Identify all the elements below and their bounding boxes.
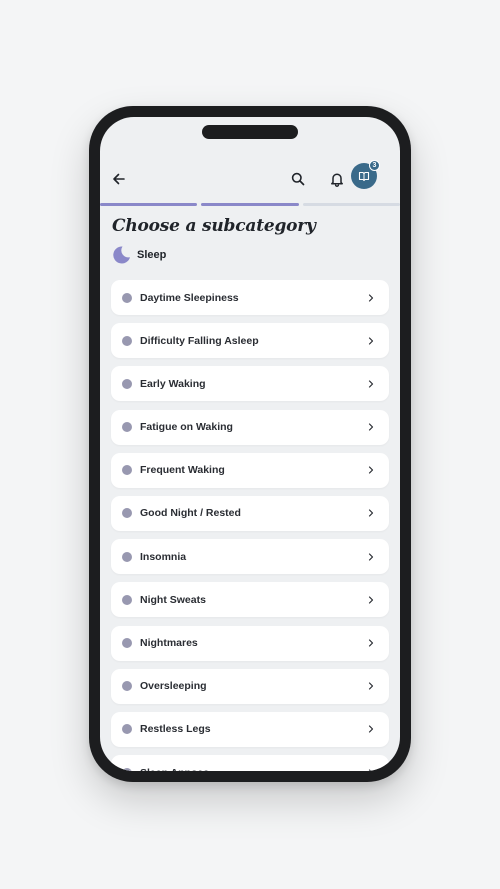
list-item[interactable]: Good Night / Rested — [111, 495, 389, 531]
list-item-label: Nightmares — [140, 637, 198, 649]
list-item-label: Night Sweats — [140, 593, 206, 606]
bell-icon — [331, 173, 343, 187]
list-item[interactable]: Oversleeping — [111, 668, 389, 704]
chevron-right-icon — [368, 423, 374, 431]
bullet-dot — [122, 638, 132, 648]
progress-step-2 — [201, 203, 299, 206]
list-item[interactable]: Restless Legs — [111, 711, 389, 747]
chevron-right-icon — [368, 466, 374, 474]
journal-icon — [358, 171, 370, 182]
bullet-dot — [122, 508, 132, 519]
list-item-label: Fatigue on Waking — [140, 421, 233, 434]
bullet-dot — [122, 767, 132, 771]
bullet-dot — [122, 594, 132, 605]
list-item-label: Frequent Waking — [140, 464, 225, 477]
bullet-dot — [122, 465, 132, 476]
list-item-label: Sleep Apnoea — [140, 767, 367, 771]
list-item-label: Early Waking — [140, 377, 206, 390]
list-item-label: Good Night / Rested — [140, 507, 241, 520]
selected-category: Sleep — [111, 245, 166, 265]
chevron-right-icon — [368, 682, 374, 690]
page-title: Choose a subcategory — [112, 216, 316, 236]
chevron-right-icon — [368, 509, 374, 518]
journal-badge: 3 — [369, 160, 380, 171]
bullet-dot — [122, 724, 132, 735]
phone-notch — [202, 125, 298, 139]
app-bar: 3 — [100, 160, 400, 201]
journal-button[interactable]: 3 — [351, 160, 380, 189]
search-icon — [291, 172, 305, 186]
bullet-dot — [122, 378, 132, 389]
list-item-label: Restless Legs — [140, 723, 211, 736]
category-name: Sleep — [137, 249, 167, 261]
list-item-label: Daytime Sleepiness — [140, 291, 239, 304]
bullet-dot — [122, 681, 132, 692]
step-progress — [100, 203, 400, 206]
list-item[interactable]: Insomnia — [111, 539, 389, 575]
list-item[interactable]: Night Sweats — [111, 582, 389, 618]
phone-frame: 3 Choose a subcategory Sleep Daytime Sle… — [89, 106, 411, 782]
list-item-label: Insomnia — [140, 550, 187, 563]
chevron-right-icon — [368, 380, 374, 388]
chevron-right-icon — [368, 768, 372, 771]
search-button[interactable] — [284, 165, 312, 193]
moon-icon — [113, 246, 130, 264]
app-screen: 3 Choose a subcategory Sleep Daytime Sle… — [100, 117, 400, 771]
progress-step-3 — [302, 203, 400, 206]
list-item[interactable]: Daytime Sleepiness — [111, 280, 389, 315]
chevron-right-icon — [368, 639, 374, 647]
notifications-button[interactable] — [323, 165, 351, 193]
progress-step-1 — [100, 203, 198, 206]
bullet-dot — [122, 551, 132, 562]
chevron-right-icon — [368, 725, 374, 733]
subcategory-list: Daytime Sleepiness Difficulty Falling Asl… — [111, 280, 389, 771]
list-item[interactable]: Difficulty Falling Asleep — [111, 323, 389, 359]
arrow-left-icon — [113, 173, 125, 185]
list-item-label: Oversleeping — [140, 680, 207, 693]
bullet-dot — [122, 422, 132, 433]
list-item-label: Difficulty Falling Asleep — [140, 334, 259, 347]
list-item[interactable]: Frequent Waking — [111, 452, 389, 488]
chevron-right-icon — [368, 596, 374, 604]
bullet-dot — [122, 292, 132, 303]
back-button[interactable] — [105, 165, 133, 193]
chevron-right-icon — [368, 553, 374, 561]
list-item[interactable]: Fatigue on Waking — [111, 409, 389, 445]
chevron-right-icon — [368, 337, 374, 345]
chevron-right-icon — [368, 293, 374, 302]
bullet-dot — [122, 335, 132, 346]
list-item[interactable]: Early Waking — [111, 366, 389, 402]
list-item[interactable]: Nightmares — [111, 625, 389, 661]
list-item[interactable]: Sleep Apnoea — [111, 755, 389, 771]
